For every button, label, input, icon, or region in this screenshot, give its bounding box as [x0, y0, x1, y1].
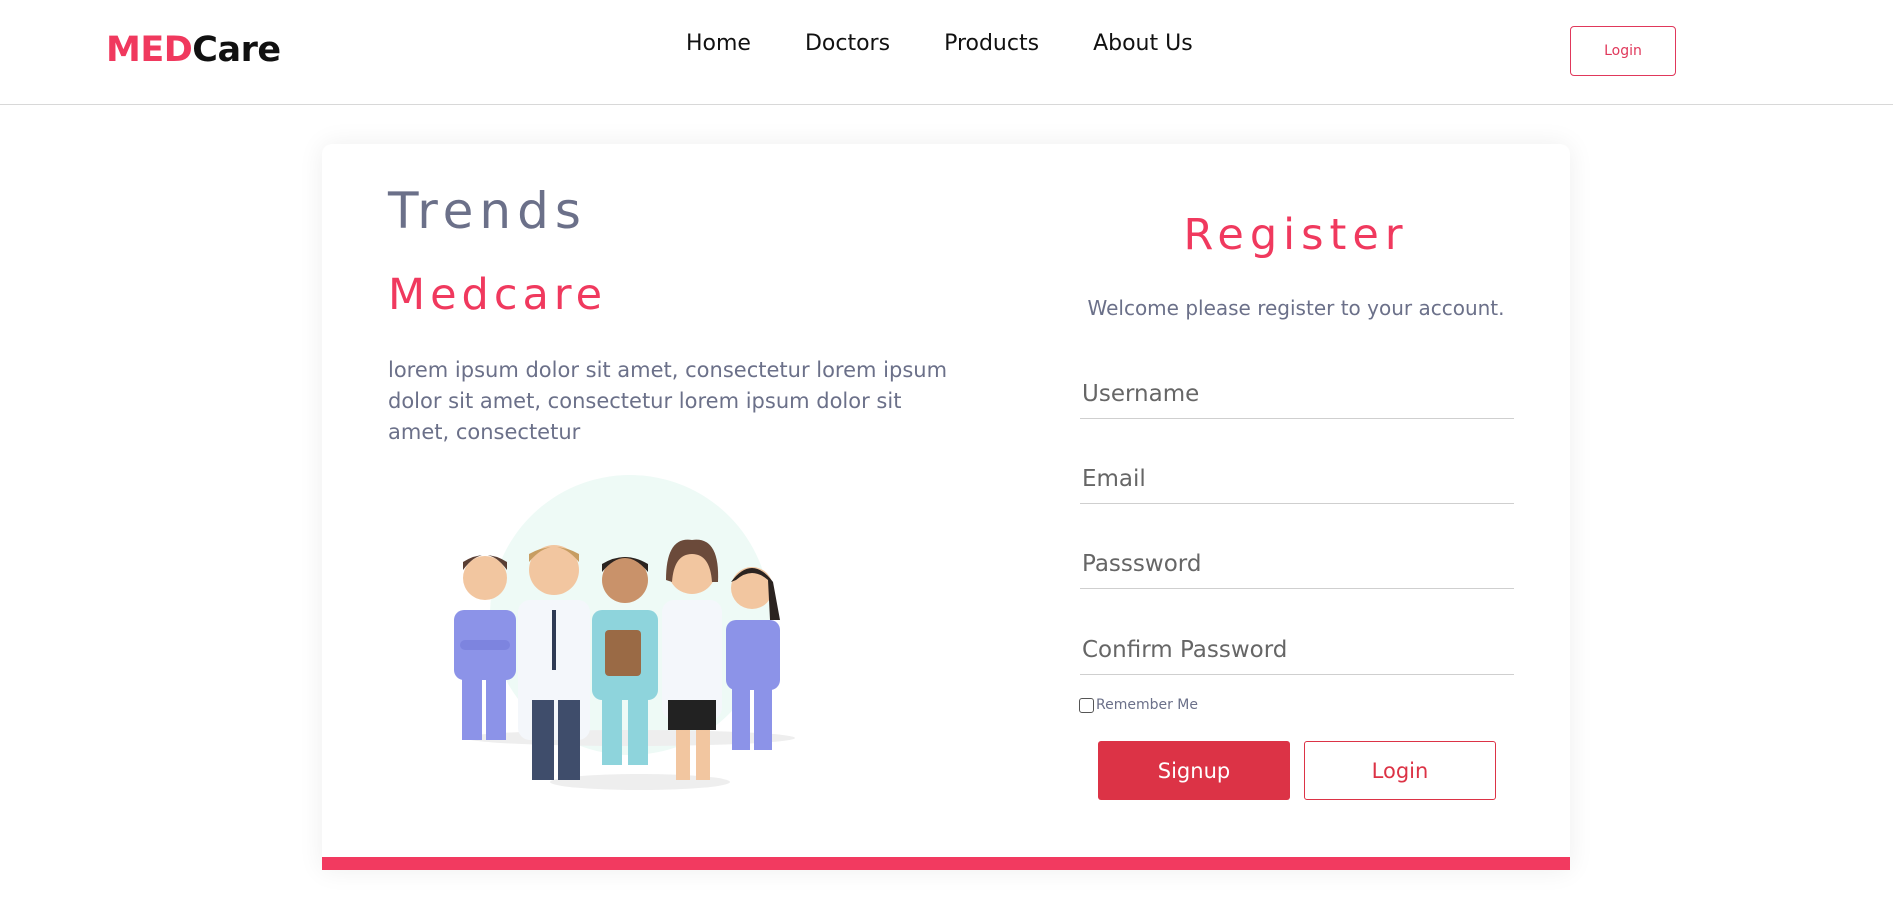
doctors-group-illustration	[454, 475, 795, 790]
username-field[interactable]	[1080, 369, 1514, 419]
remember-me-checkbox[interactable]	[1079, 697, 1094, 713]
navbar: MEDCare Home Doctors Products About Us L…	[0, 0, 1893, 105]
nav-links: Home Doctors Products About Us	[686, 31, 1247, 56]
brand-logo[interactable]: MEDCare	[106, 30, 281, 70]
card-accent-bar	[322, 857, 1570, 870]
email-field[interactable]	[1080, 454, 1514, 504]
logo-med: MED	[106, 30, 193, 70]
signup-button[interactable]: Signup	[1098, 741, 1290, 800]
remember-me[interactable]: Remember Me	[1079, 697, 1198, 713]
password-field[interactable]	[1080, 539, 1514, 589]
remember-me-label[interactable]: Remember Me	[1096, 697, 1198, 713]
logo-care: Care	[192, 30, 281, 70]
nav-about-us[interactable]: About Us	[1093, 31, 1193, 56]
register-title: Register	[1183, 210, 1409, 260]
header-login-button[interactable]: Login	[1570, 26, 1676, 76]
hero-description: lorem ipsum dolor sit amet, consectetur …	[388, 358, 948, 444]
hero-title: Trends	[388, 182, 587, 240]
nav-home[interactable]: Home	[686, 31, 751, 56]
form-login-button[interactable]: Login	[1304, 741, 1496, 800]
nav-products[interactable]: Products	[944, 31, 1039, 56]
hero-subtitle: Medcare	[388, 270, 608, 320]
register-welcome-text: Welcome please register to your account.	[1087, 296, 1505, 320]
nav-doctors[interactable]: Doctors	[805, 31, 890, 56]
confirm-password-field[interactable]	[1080, 625, 1514, 675]
